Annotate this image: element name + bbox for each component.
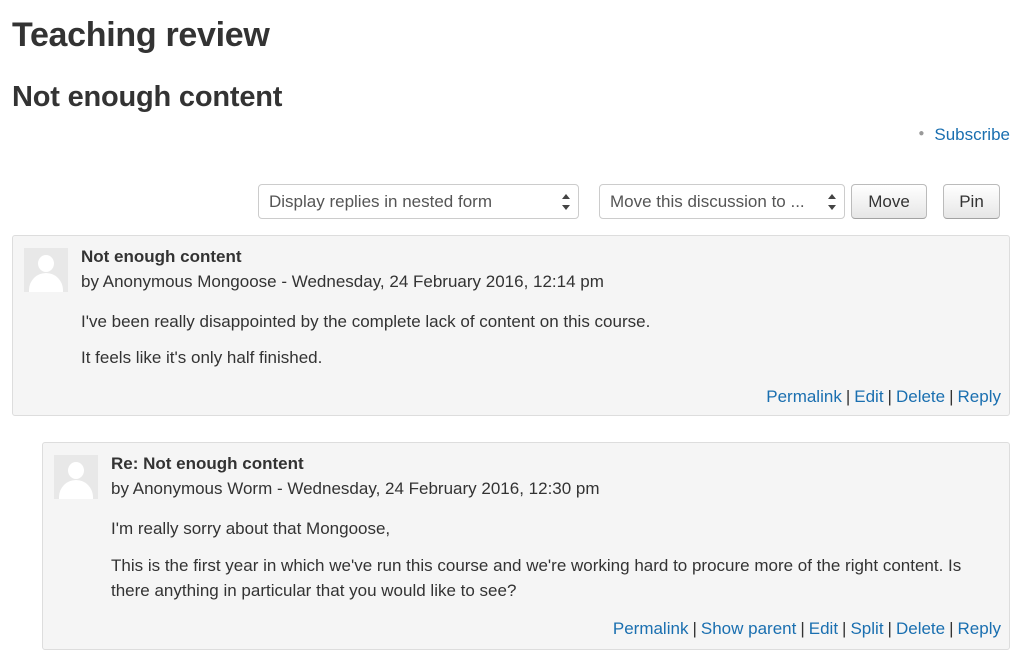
avatar-body xyxy=(29,273,63,292)
permalink-link[interactable]: Permalink xyxy=(613,619,689,638)
edit-link[interactable]: Edit xyxy=(809,619,838,638)
avatar-head xyxy=(38,255,54,272)
select-arrows-icon xyxy=(562,193,570,211)
post-paragraph: It feels like it's only half finished. xyxy=(81,348,323,367)
subscribe-link[interactable]: Subscribe xyxy=(934,125,1010,144)
select-arrows-icon xyxy=(828,193,836,211)
show-parent-link[interactable]: Show parent xyxy=(701,619,796,638)
user-avatar[interactable] xyxy=(54,455,98,499)
post-paragraph: I've been really disappointed by the com… xyxy=(81,312,651,331)
edit-link[interactable]: Edit xyxy=(854,387,883,406)
display-mode-select[interactable]: Display replies in nested form xyxy=(258,184,579,219)
post-subject: Re: Not enough content xyxy=(111,454,304,473)
page-title: Teaching review xyxy=(12,16,270,54)
display-mode-value: Display replies in nested form xyxy=(269,192,492,211)
post-commands: Permalink | Edit | Delete | Reply xyxy=(766,387,1001,406)
reply-link[interactable]: Reply xyxy=(958,619,1001,638)
move-discussion-value: Move this discussion to ... xyxy=(610,192,805,211)
permalink-link[interactable]: Permalink xyxy=(766,387,842,406)
subscribe-item: ● Subscribe xyxy=(918,124,1010,147)
post-commands: Permalink | Show parent | Edit | Split | Delete |… xyxy=(612,619,1001,638)
forum-post: Not enough content by Anonymous Mongoose… xyxy=(12,235,1010,416)
forum-post-reply: Re: Not enough content by Anonymous Worm… xyxy=(42,442,1010,650)
avatar-head xyxy=(68,462,84,479)
discussion-title: Not enough content xyxy=(12,81,283,113)
avatar-body xyxy=(59,480,93,499)
delete-link[interactable]: Delete xyxy=(896,619,945,638)
post-byline: by Anonymous Worm - Wednesday, 24 Februa… xyxy=(111,479,600,498)
delete-link[interactable]: Delete xyxy=(896,387,945,406)
split-link[interactable]: Split xyxy=(850,619,883,638)
move-button[interactable]: Move xyxy=(851,184,927,219)
move-discussion-select[interactable]: Move this discussion to ... xyxy=(599,184,845,219)
post-subject: Not enough content xyxy=(81,247,242,266)
pin-button[interactable]: Pin xyxy=(943,184,1000,219)
post-paragraph: I'm really sorry about that Mongoose, xyxy=(111,519,391,538)
bullet-icon: ● xyxy=(918,127,925,139)
reply-link[interactable]: Reply xyxy=(958,387,1001,406)
post-byline: by Anonymous Mongoose - Wednesday, 24 Fe… xyxy=(81,272,604,291)
user-avatar[interactable] xyxy=(24,248,68,292)
post-paragraph: This is the first year in which we've ru… xyxy=(111,556,962,600)
